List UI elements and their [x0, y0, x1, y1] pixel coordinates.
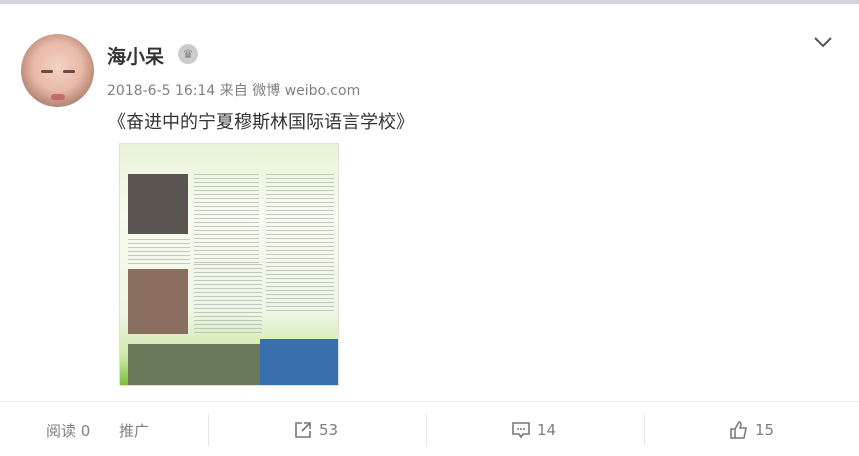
top-bar [0, 0, 859, 4]
avatar-eye [41, 70, 53, 73]
image-photo [260, 339, 338, 385]
divider [644, 414, 645, 446]
post-image[interactable] [119, 143, 339, 386]
promote-label: 推广 [119, 422, 150, 440]
image-text-block [266, 174, 334, 314]
like-button[interactable]: 15 [729, 420, 774, 440]
image-photo [128, 344, 268, 385]
repost-count: 53 [319, 421, 339, 439]
divider [426, 414, 427, 446]
post-meta: 2018-6-5 16:14 来自 微博 weibo.com [107, 80, 360, 100]
comment-count: 14 [537, 421, 557, 439]
timestamp[interactable]: 2018-6-5 16:14 [107, 83, 215, 99]
thumbs-up-icon [730, 421, 747, 439]
source-prefix: 来自 [219, 83, 248, 99]
image-text-block [194, 264, 262, 334]
crown-badge-icon[interactable]: ♛ [178, 44, 198, 64]
comment-icon [512, 422, 530, 439]
post-footer: 阅读 0 推广 53 14 15 [0, 401, 859, 456]
author-name[interactable]: 海小呆 [107, 42, 164, 69]
comment-button[interactable]: 14 [511, 420, 556, 440]
repost-icon [295, 422, 311, 438]
avatar-eye [63, 70, 75, 73]
promote-button[interactable]: 推广 [119, 420, 149, 441]
post-text: 《奋进中的宁夏穆斯林国际语言学校》 [108, 112, 414, 133]
image-text-block [194, 174, 259, 264]
image-text-block [128, 239, 190, 264]
chevron-down-icon[interactable] [812, 34, 834, 50]
source-link[interactable]: 微博 weibo.com [252, 83, 360, 99]
divider [208, 414, 209, 446]
avatar[interactable] [21, 34, 94, 107]
avatar-mouth [51, 94, 65, 100]
read-count-label: 阅读 0 [46, 422, 91, 440]
image-photo [128, 269, 188, 334]
read-count: 阅读 0 [46, 420, 90, 441]
repost-button[interactable]: 53 [293, 420, 338, 440]
image-photo [128, 174, 188, 234]
like-count: 15 [755, 421, 775, 439]
